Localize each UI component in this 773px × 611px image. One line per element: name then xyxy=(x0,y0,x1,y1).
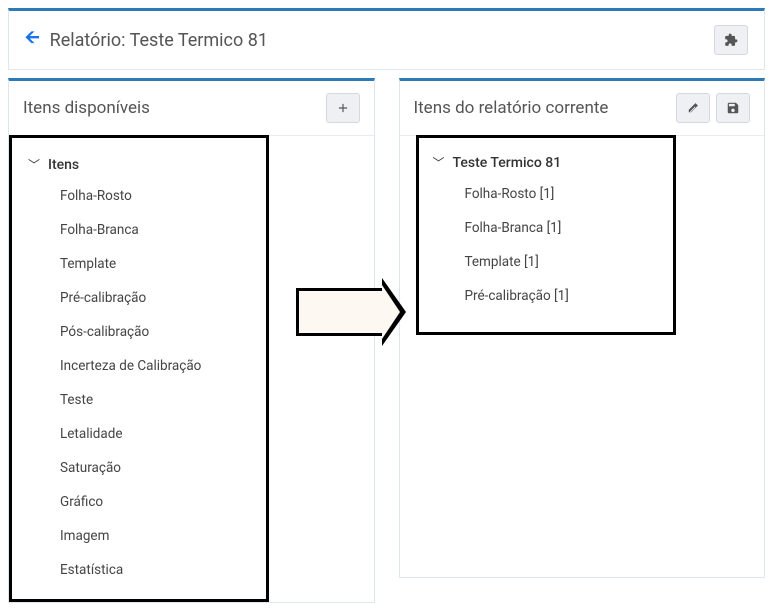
tree-item[interactable]: Folha-Branca [1] xyxy=(465,211,663,245)
available-panel-title: Itens disponíveis xyxy=(23,98,326,118)
tree-item[interactable]: Template [1] xyxy=(465,245,663,279)
clear-button[interactable] xyxy=(676,93,710,123)
current-tree-root[interactable]: ﹀ Teste Termico 81 xyxy=(429,148,663,177)
tree-item[interactable]: Estatística xyxy=(60,553,254,587)
available-root-label: Itens xyxy=(48,157,79,173)
tree-item[interactable]: Pré-calibração [1] xyxy=(465,279,663,313)
tree-item[interactable]: Folha-Rosto xyxy=(60,179,254,213)
tree-item[interactable]: Pós-calibração xyxy=(60,315,254,349)
back-arrow-icon[interactable]: 🡨 xyxy=(25,25,40,55)
puzzle-button[interactable] xyxy=(714,25,748,55)
tree-item[interactable]: Pré-calibração xyxy=(60,281,254,315)
add-item-button[interactable] xyxy=(326,93,360,123)
chevron-down-icon: ﹀ xyxy=(28,156,40,173)
tree-item[interactable]: Letalidade xyxy=(60,417,254,451)
tree-item[interactable]: Template xyxy=(60,247,254,281)
available-tree-root[interactable]: ﹀ Itens xyxy=(24,150,254,179)
current-panel-title: Itens do relatório corrente xyxy=(414,98,677,118)
tree-item[interactable]: Teste xyxy=(60,383,254,417)
tree-item[interactable]: Imagem xyxy=(60,519,254,553)
page-title: Relatório: Teste Termico 81 xyxy=(50,30,714,51)
available-items-list: Folha-RostoFolha-BrancaTemplatePré-calib… xyxy=(24,179,254,587)
tree-item[interactable]: Folha-Branca xyxy=(60,213,254,247)
tree-item[interactable]: Incerteza de Calibração xyxy=(60,349,254,383)
save-button[interactable] xyxy=(716,93,750,123)
tree-item[interactable]: Folha-Rosto [1] xyxy=(465,177,663,211)
current-tree-highlight: ﹀ Teste Termico 81 Folha-Rosto [1]Folha-… xyxy=(416,135,676,335)
current-report-panel: Itens do relatório corrente ﹀ Teste Term… xyxy=(399,78,766,578)
available-items-panel: Itens disponíveis ﹀ Itens Folha-RostoFol… xyxy=(8,78,375,603)
available-tree-highlight: ﹀ Itens Folha-RostoFolha-BrancaTemplateP… xyxy=(9,135,269,602)
tree-item[interactable]: Gráfico xyxy=(60,485,254,519)
arrow-annotation xyxy=(296,288,384,336)
current-root-label: Teste Termico 81 xyxy=(453,155,562,171)
chevron-down-icon: ﹀ xyxy=(433,154,445,171)
current-items-list: Folha-Rosto [1]Folha-Branca [1]Template … xyxy=(429,177,663,313)
tree-item[interactable]: Saturação xyxy=(60,451,254,485)
page-header: 🡨 Relatório: Teste Termico 81 xyxy=(8,8,765,70)
